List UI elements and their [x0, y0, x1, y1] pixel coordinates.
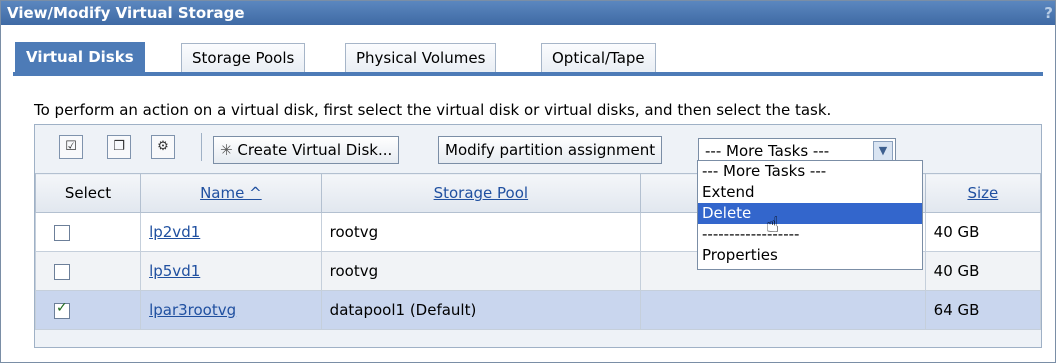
sort-by-name-link[interactable]: Name ^ [200, 184, 262, 202]
modify-partition-assignment-button[interactable]: Modify partition assignment [438, 136, 663, 164]
name-cell: lp5vd1 [140, 251, 322, 291]
tab-physical-volumes[interactable]: Physical Volumes [345, 43, 497, 72]
filter-icon[interactable]: ⚙ [151, 135, 175, 159]
dropdown-option-extend[interactable]: Extend [698, 182, 922, 203]
hand-cursor-icon: ☝ [766, 213, 780, 238]
sort-by-storage-pool-link[interactable]: Storage Pool [434, 184, 529, 202]
create-virtual-disk-label: Create Virtual Disk... [237, 141, 393, 159]
pool-cell: datapool1 (Default) [320, 290, 642, 330]
size-cell: 40 GB [924, 212, 1042, 252]
disk-name-link[interactable]: lp2vd1 [149, 223, 200, 241]
toolbar-separator [201, 133, 202, 161]
dropdown-option-properties[interactable]: Properties [698, 245, 922, 266]
row-checkbox[interactable] [54, 224, 70, 241]
instruction-text: To perform an action on a virtual disk, … [34, 101, 832, 119]
tab-underline [13, 72, 1043, 76]
assigned-cell [640, 290, 926, 330]
create-virtual-disk-button[interactable]: ✳ Create Virtual Disk... [213, 136, 400, 164]
select-all-icon[interactable]: ☑ [59, 135, 83, 159]
header-size[interactable]: Size [924, 173, 1042, 213]
row-select-cell [34, 251, 142, 291]
dropdown-option-delete[interactable]: Delete [698, 203, 922, 224]
tab-storage-pools[interactable]: Storage Pools [181, 43, 306, 72]
asterisk-icon: ✳ [220, 141, 233, 159]
row-checkbox[interactable] [54, 263, 70, 280]
header-name[interactable]: Name ^ [140, 173, 322, 213]
dropdown-option-more-tasks[interactable]: --- More Tasks --- [698, 161, 922, 182]
deselect-all-icon[interactable]: ❐ [107, 135, 131, 159]
row-select-cell [34, 212, 142, 252]
more-tasks-dropdown-list: --- More Tasks --- Extend Delete -------… [697, 160, 923, 270]
row-checkbox[interactable] [54, 300, 70, 319]
tab-bar [1, 27, 1055, 73]
size-cell: 40 GB [924, 251, 1042, 291]
disk-name-link[interactable]: lp5vd1 [149, 262, 200, 280]
chevron-down-icon[interactable]: ▼ [873, 141, 893, 161]
header-select: Select [34, 173, 142, 213]
name-cell: lpar3rootvg [140, 290, 322, 330]
sort-by-size-link[interactable]: Size [967, 184, 998, 202]
help-icon[interactable]: ? [1044, 1, 1053, 25]
header-storage-pool[interactable]: Storage Pool [320, 173, 642, 213]
tab-virtual-disks[interactable]: Virtual Disks [15, 42, 145, 73]
window-title: View/Modify Virtual Storage [7, 4, 245, 22]
table-row[interactable]: lpar3rootvg datapool1 (Default) 64 GB [34, 290, 1042, 330]
pool-cell: rootvg [320, 212, 642, 252]
dropdown-separator: ------------------ [702, 225, 800, 243]
name-cell: lp2vd1 [140, 212, 322, 252]
title-bar: View/Modify Virtual Storage ? [1, 1, 1055, 25]
tab-optical-tape[interactable]: Optical/Tape [541, 43, 656, 72]
row-select-cell [34, 290, 142, 330]
size-cell: 64 GB [924, 290, 1042, 330]
disk-name-link[interactable]: lpar3rootvg [149, 301, 236, 319]
pool-cell: rootvg [320, 251, 642, 291]
